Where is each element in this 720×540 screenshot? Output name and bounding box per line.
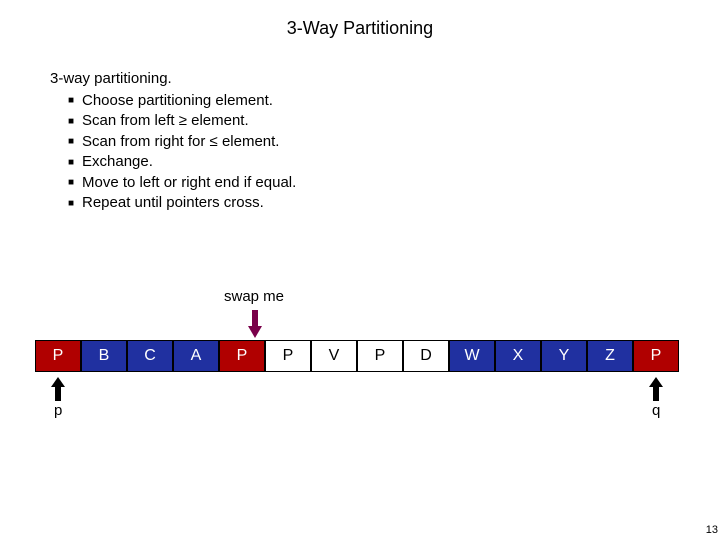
- bullet-text: Choose partitioning element.: [82, 92, 273, 109]
- bullet-text: Scan from right for ≤ element.: [82, 133, 279, 150]
- slide-title: 3-Way Partitioning: [0, 0, 720, 39]
- array-cell: P: [219, 340, 265, 372]
- list-item: ■Move to left or right end if equal.: [68, 173, 720, 193]
- array-cell: Z: [587, 340, 633, 372]
- pointer-q-label: q: [652, 402, 660, 419]
- list-heading: 3-way partitioning.: [50, 69, 720, 89]
- array-cell: P: [357, 340, 403, 372]
- array-cell: Y: [541, 340, 587, 372]
- swap-me-label: swap me: [224, 288, 284, 305]
- list-item: ■Scan from left ≥ element.: [68, 111, 720, 131]
- page-number: 13: [706, 524, 718, 536]
- array-cell: W: [449, 340, 495, 372]
- bullet-text: Move to left or right end if equal.: [82, 174, 296, 191]
- array-cell: V: [311, 340, 357, 372]
- array-cell: B: [81, 340, 127, 372]
- array-cell: P: [35, 340, 81, 372]
- array-cell: D: [403, 340, 449, 372]
- array-cell: P: [265, 340, 311, 372]
- content-block: 3-way partitioning. ■Choose partitioning…: [50, 69, 720, 213]
- list-item: ■Exchange.: [68, 152, 720, 172]
- swap-arrow-down-icon: [248, 310, 262, 338]
- bullet-text: Repeat until pointers cross.: [82, 194, 264, 211]
- bullet-list: ■Choose partitioning element. ■Scan from…: [68, 91, 720, 213]
- list-item: ■Choose partitioning element.: [68, 91, 720, 111]
- array-cell: P: [633, 340, 679, 372]
- bullet-text: Exchange.: [82, 153, 153, 170]
- pointer-p-label: p: [54, 402, 62, 419]
- array-cell: C: [127, 340, 173, 372]
- list-item: ■Repeat until pointers cross.: [68, 193, 720, 213]
- pointer-q-arrow-up-icon: [649, 377, 663, 401]
- list-item: ■Scan from right for ≤ element.: [68, 132, 720, 152]
- array-row: P B C A P P V P D W X Y Z P: [35, 340, 679, 372]
- bullet-text: Scan from left ≥ element.: [82, 112, 249, 129]
- array-cell: X: [495, 340, 541, 372]
- array-cell: A: [173, 340, 219, 372]
- pointer-p-arrow-up-icon: [51, 377, 65, 401]
